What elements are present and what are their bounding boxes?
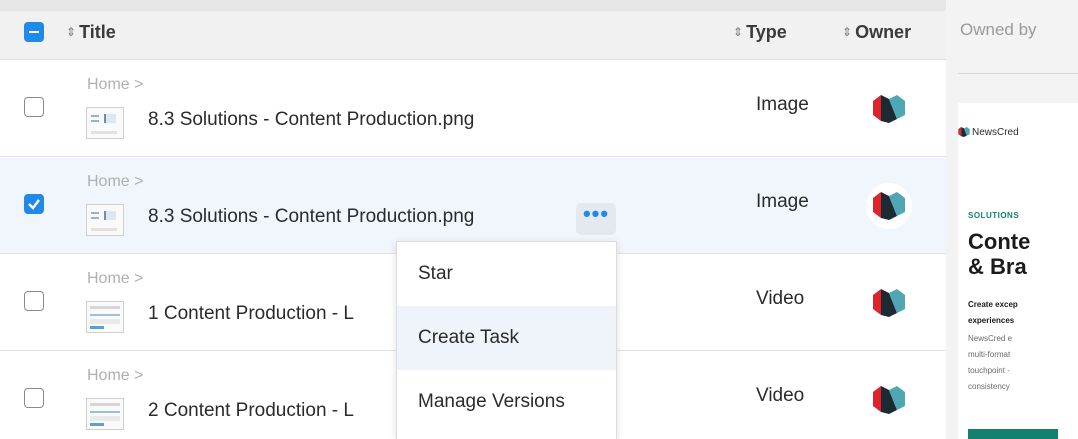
details-panel: Owned by NewsCred SOLUTIONS Conte & Bra … [946, 0, 1078, 439]
file-thumbnail[interactable] [86, 398, 124, 430]
owner-avatar [866, 183, 912, 229]
row-checkbox[interactable] [24, 388, 44, 408]
menu-item-star[interactable]: Star [397, 242, 616, 306]
preview-title: Conte & Bra [968, 229, 1031, 279]
file-type: Image [756, 94, 809, 115]
divider [958, 73, 1078, 74]
newscred-logo-icon [873, 192, 905, 220]
owner-avatar [866, 377, 912, 423]
file-thumbnail[interactable] [86, 204, 124, 236]
more-actions-button[interactable]: ••• [576, 203, 616, 235]
sort-icon: ⇕ [842, 25, 853, 39]
row-checkbox[interactable] [24, 291, 44, 311]
preview-subtitle: Create excep experiences [968, 300, 1018, 325]
row-checkbox[interactable] [24, 97, 44, 117]
owner-avatar [866, 86, 912, 132]
table-row-selected[interactable]: Home > 8.3 Solutions - Content Productio… [0, 158, 946, 254]
file-thumbnail[interactable] [86, 107, 124, 139]
file-type: Video [756, 385, 805, 406]
file-name[interactable]: 1 Content Production - L [148, 303, 354, 325]
row-checkbox-checked[interactable] [24, 194, 44, 214]
owner-avatar [866, 280, 912, 326]
column-header-title[interactable]: ⇕ Title [66, 22, 116, 43]
breadcrumb[interactable]: Home > [87, 270, 143, 288]
table-header: ⇕ Title ⇕ Type ⇕ Owner [0, 11, 946, 60]
menu-item-create-task[interactable]: Create Task [397, 306, 616, 370]
menu-item-manage-versions[interactable]: Manage Versions [397, 370, 616, 434]
breadcrumb[interactable]: Home > [87, 76, 143, 94]
newscred-logo-icon [873, 95, 905, 123]
file-name[interactable]: 2 Content Production - L [148, 400, 354, 422]
sort-icon: ⇕ [66, 25, 77, 39]
breadcrumb[interactable]: Home > [87, 173, 143, 191]
newscred-logo-icon [873, 289, 905, 317]
file-type: Video [756, 288, 805, 309]
checkmark-icon [28, 199, 40, 210]
column-header-type[interactable]: ⇕ Type [733, 22, 787, 43]
owned-by-label: Owned by [960, 20, 1037, 39]
preview-section-label: SOLUTIONS [968, 211, 1020, 220]
file-name[interactable]: 8.3 Solutions - Content Production.png [148, 206, 474, 228]
file-thumbnail[interactable] [86, 301, 124, 333]
file-name[interactable]: 8.3 Solutions - Content Production.png [148, 109, 474, 131]
brand-logo: NewsCred [958, 127, 1019, 138]
breadcrumb[interactable]: Home > [87, 367, 143, 385]
table-row[interactable]: Home > 8.3 Solutions - Content Productio… [0, 61, 946, 157]
newscred-logo-icon [958, 127, 970, 137]
preview-body: NewsCred e multi-format touchpoint - con… [968, 334, 1013, 391]
newscred-logo-icon [873, 386, 905, 414]
file-type: Image [756, 191, 809, 212]
context-menu: Star Create Task Manage Versions [396, 241, 617, 439]
asset-preview[interactable]: NewsCred SOLUTIONS Conte & Bra Create ex… [958, 103, 1078, 439]
sort-icon: ⇕ [733, 25, 744, 39]
select-all-checkbox[interactable] [24, 22, 44, 42]
preview-cta-button [968, 429, 1058, 439]
column-header-owner[interactable]: ⇕ Owner [842, 22, 911, 43]
